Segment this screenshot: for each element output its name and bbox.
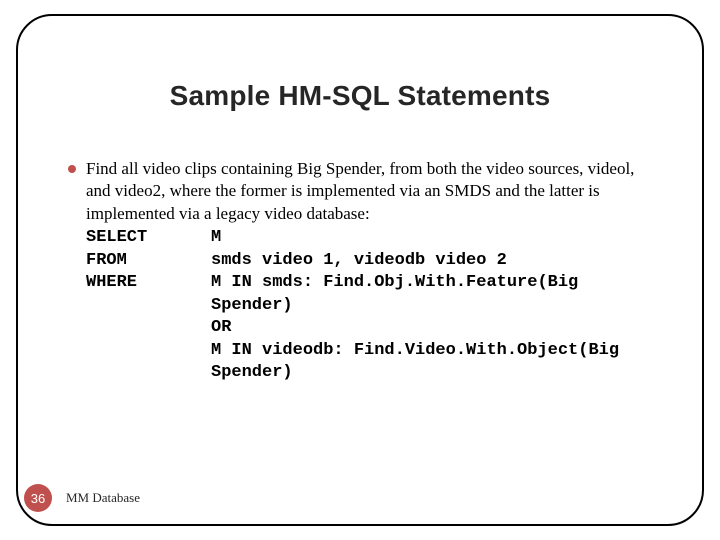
bullet-intro-text: Find all video clips containing Big Spen…	[86, 158, 660, 225]
slide-footer: 36 MM Database	[24, 484, 140, 512]
footer-label: MM Database	[66, 490, 140, 506]
sql-keyword-from: FROM	[86, 250, 211, 272]
slide: Sample HM-SQL Statements Find all video …	[0, 0, 720, 540]
sql-where-cont-line: M IN videodb: Find.Video.With.Object(Big…	[211, 340, 660, 385]
bullet-icon	[68, 165, 76, 173]
sql-keyword-where: WHERE	[86, 272, 211, 317]
sql-select-row: SELECT M	[86, 227, 660, 249]
sql-where-cont-or: OR	[211, 317, 660, 339]
sql-from-value: smds video 1, videodb video 2	[211, 250, 660, 272]
sql-select-value: M	[211, 227, 660, 249]
bullet-body: Find all video clips containing Big Spen…	[86, 158, 660, 384]
sql-where-value: M IN smds: Find.Obj.With.Feature(Big Spe…	[211, 272, 660, 317]
sql-where-row: WHERE M IN smds: Find.Obj.With.Feature(B…	[86, 272, 660, 317]
sql-from-row: FROM smds video 1, videodb video 2	[86, 250, 660, 272]
sql-keyword-select: SELECT	[86, 227, 211, 249]
bullet-item: Find all video clips containing Big Spen…	[68, 158, 660, 384]
slide-title: Sample HM-SQL Statements	[24, 80, 696, 112]
page-number-badge: 36	[24, 484, 52, 512]
content-area: Find all video clips containing Big Spen…	[68, 158, 660, 384]
sql-block: SELECT M FROM smds video 1, videodb vide…	[86, 227, 660, 384]
